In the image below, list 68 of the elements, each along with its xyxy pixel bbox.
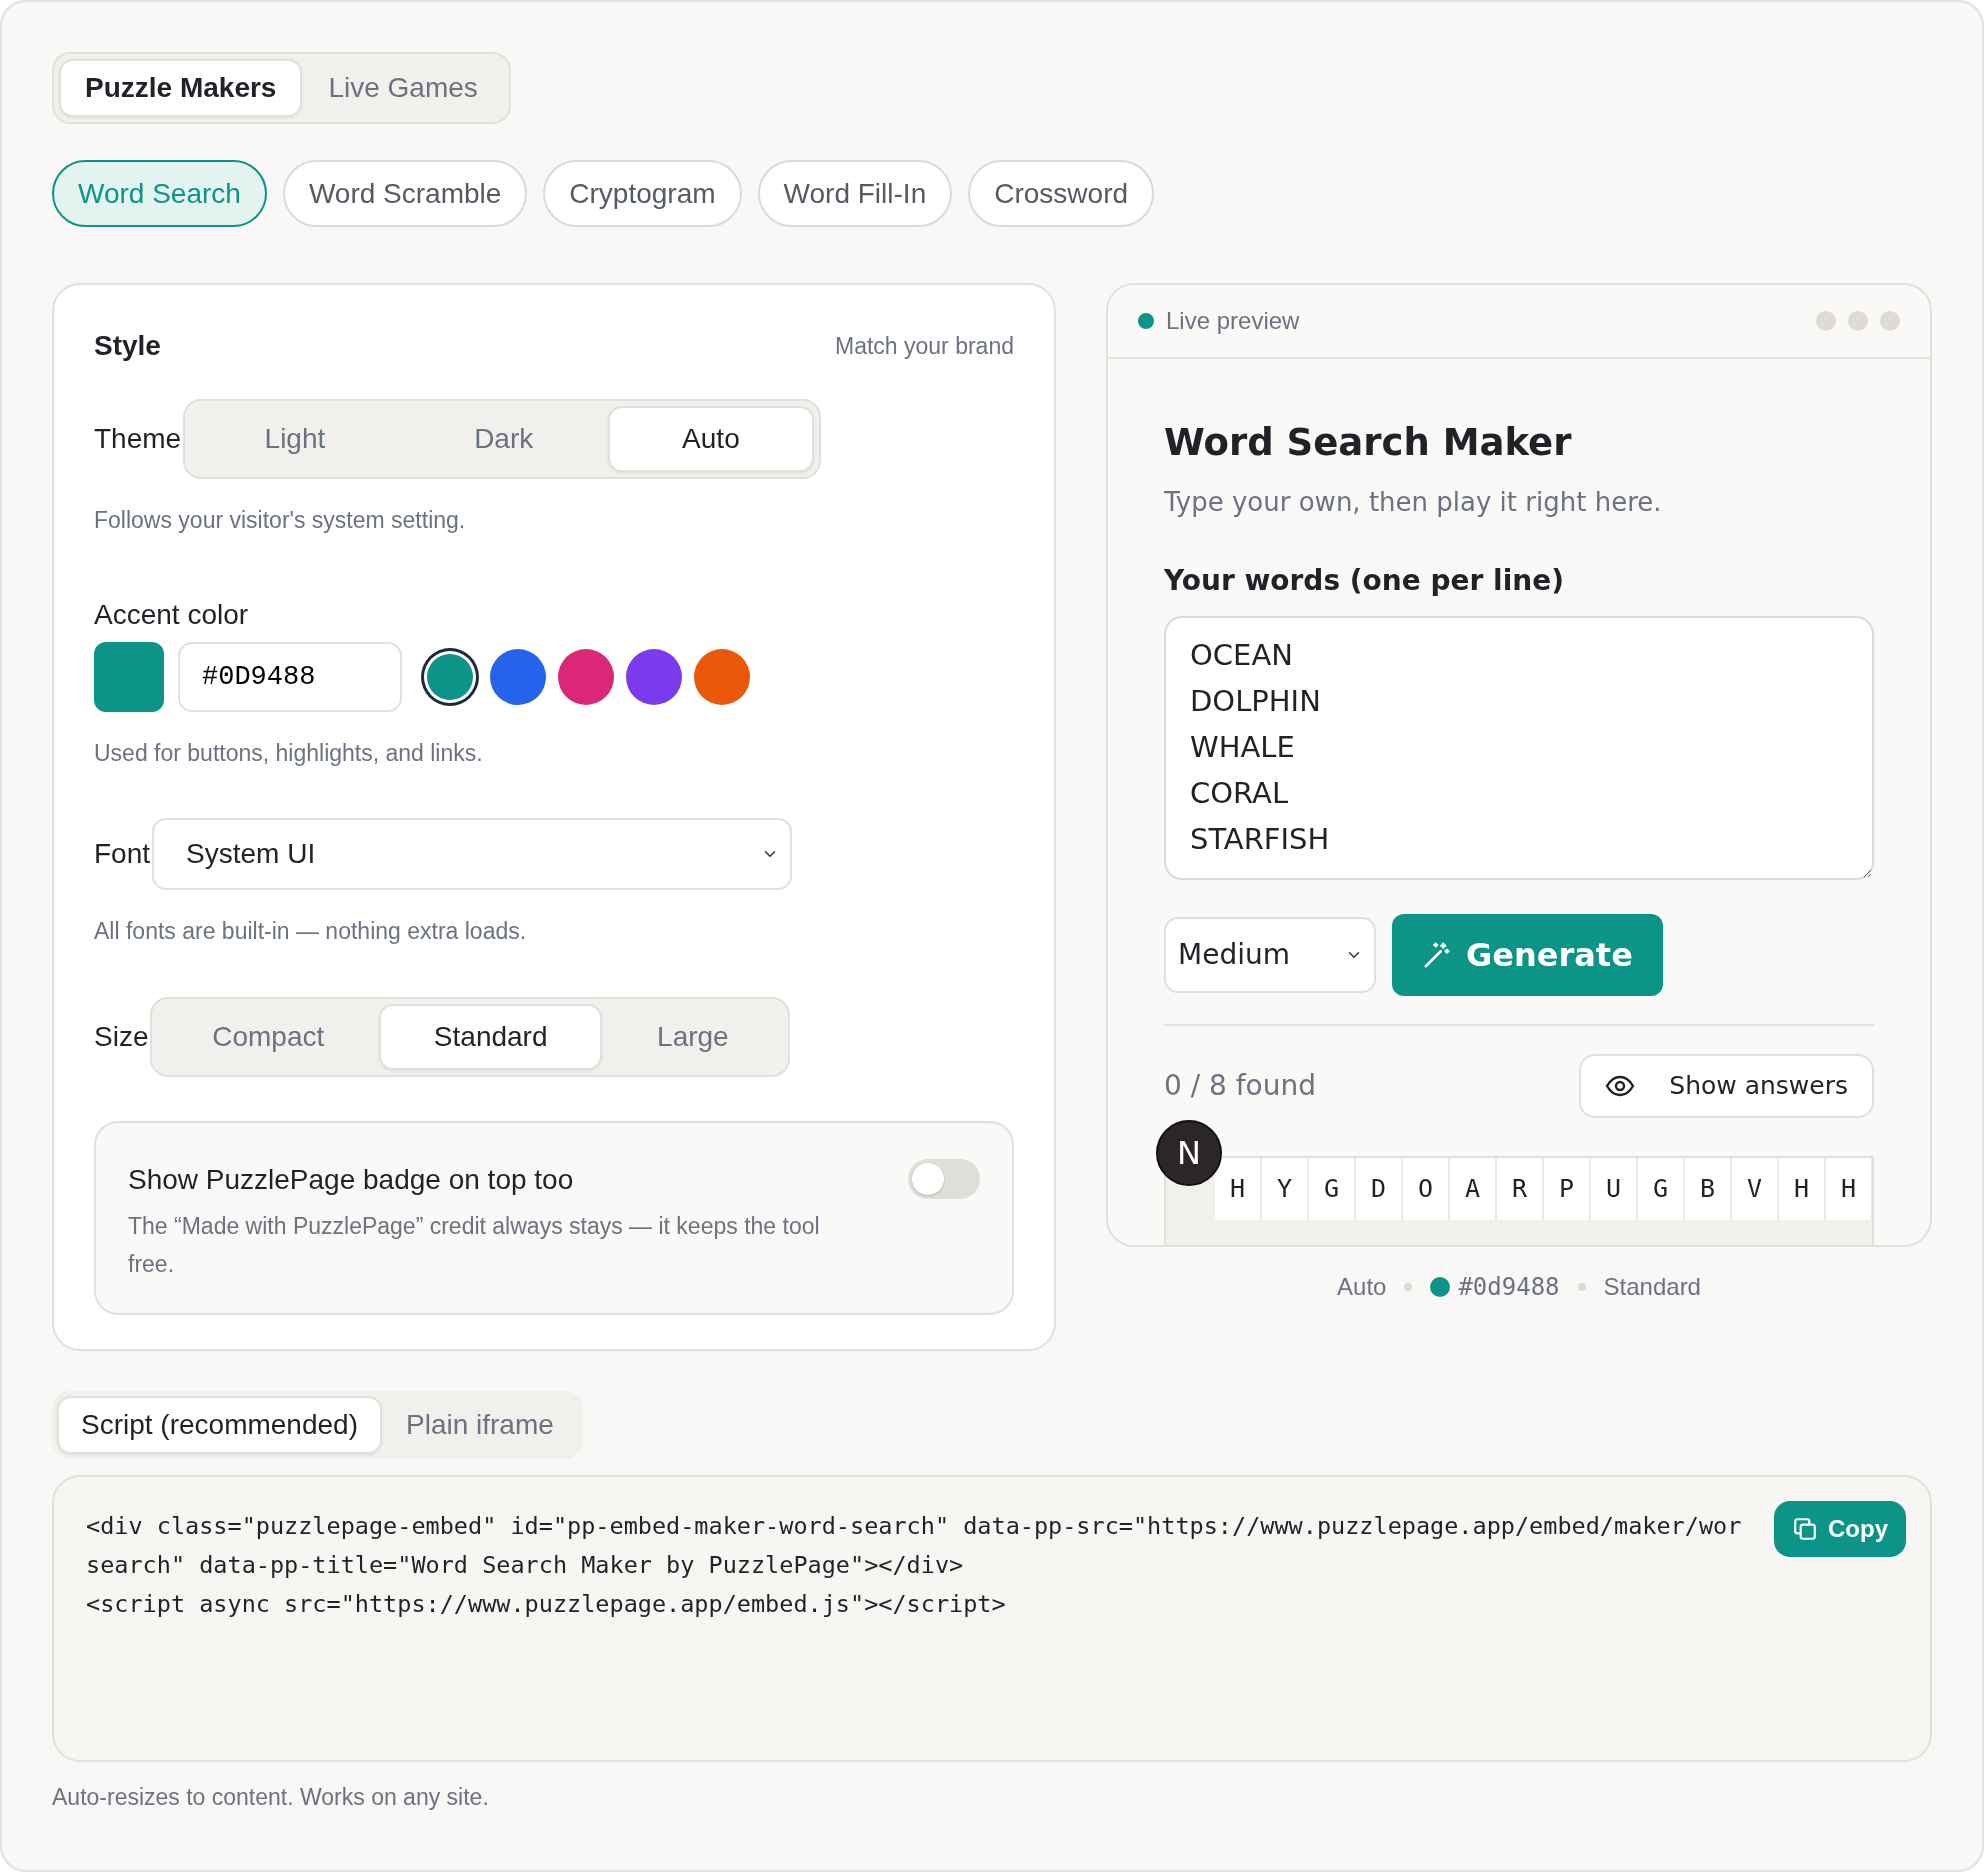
segment-option[interactable]: Compact: [157, 1003, 380, 1070]
grid-cell[interactable]: D: [1356, 1157, 1403, 1220]
grid-cell[interactable]: H: [1215, 1157, 1262, 1220]
window-controls-icon: [1816, 311, 1900, 331]
option-description: The “Made with PuzzlePage” credit always stays — it keeps the tool free.: [128, 1211, 821, 1279]
field-label: Your words (one per line): [1164, 562, 1565, 599]
embed-tab[interactable]: Plain iframe: [382, 1395, 578, 1454]
segment-option[interactable]: Standard: [379, 1003, 603, 1070]
summary-text: Standard: [1603, 1272, 1701, 1302]
toggle-switch[interactable]: [908, 1158, 980, 1199]
puzzle-type-pill[interactable]: Word Scramble: [282, 160, 528, 227]
font-select[interactable]: System UI: [152, 818, 793, 890]
footer-note: Auto-resizes to content. Works on any site.: [52, 1782, 490, 1812]
color-dot: [1430, 1277, 1451, 1297]
field-label: Size: [94, 1019, 149, 1054]
difficulty-select[interactable]: Medium: [1164, 916, 1376, 993]
grid-cell[interactable]: P: [1544, 1157, 1591, 1220]
grid-cell[interactable]: G: [1309, 1157, 1356, 1220]
preview-title: Word Search Maker: [1164, 420, 1573, 466]
generate-button[interactable]: Generate: [1392, 913, 1663, 996]
code-line: search" data-pp-title="Word Search Maker by PuzzlePage"></div>: [86, 1549, 964, 1581]
puzzle-type-pill[interactable]: Word Fill-In: [757, 160, 953, 227]
status-dot: [1138, 313, 1154, 329]
copy-icon: [1792, 1515, 1818, 1542]
grid-cell[interactable]: Y: [1262, 1157, 1309, 1220]
code-line: <div class="puzzlepage-embed" id="pp-embed-maker-word-search" data-pp-src="https://www.puzzlepage.app/embed/maker/wor: [86, 1510, 1742, 1542]
segment-option[interactable]: Light: [190, 406, 400, 472]
grid-cell[interactable]: H: [1779, 1157, 1826, 1220]
summary-text: Auto: [1337, 1272, 1387, 1302]
puzzle-type-pill[interactable]: Cryptogram: [543, 160, 742, 227]
grid-cell[interactable]: A: [1450, 1157, 1497, 1220]
mode-tab[interactable]: Live Games: [302, 59, 504, 117]
embed-tab[interactable]: Script (recommended): [57, 1395, 382, 1454]
section-title: Style: [94, 329, 161, 363]
segment-option[interactable]: Auto: [607, 406, 815, 472]
grid-cell[interactable]: R: [1497, 1157, 1544, 1220]
words-field[interactable]: OCEAN DOLPHIN WHALE CORAL STARFISH: [1164, 615, 1874, 880]
field-label: Accent color: [94, 597, 250, 632]
accent-swatch[interactable]: [94, 641, 164, 712]
summary-text: #0d9488: [1458, 1272, 1560, 1303]
help-text: All fonts are built-in — nothing extra loads.: [94, 917, 528, 946]
avatar[interactable]: N: [1156, 1119, 1222, 1186]
found-count: 0 / 8 found: [1164, 1067, 1317, 1104]
field-label: Font: [94, 837, 151, 871]
grid-cell[interactable]: G: [1638, 1157, 1685, 1220]
show-answers-button[interactable]: Show answers: [1579, 1053, 1874, 1118]
grid-cell[interactable]: H: [1826, 1157, 1872, 1220]
option-title: Show PuzzlePage badge on top too: [128, 1162, 575, 1197]
code-line: <script async src="https://www.puzzlepage.app/embed.js"></script>: [86, 1588, 1006, 1620]
segment-option[interactable]: Large: [602, 1003, 784, 1070]
separator-dot: [1404, 1283, 1413, 1291]
hex-input[interactable]: #0D9488: [178, 641, 402, 712]
hint-text: Match your brand: [835, 331, 1014, 361]
puzzle-type-pill[interactable]: Crossword: [968, 160, 1155, 227]
grid-cell[interactable]: U: [1591, 1157, 1638, 1220]
grid-cell[interactable]: O: [1403, 1157, 1450, 1220]
preview-label: Live preview: [1166, 306, 1300, 336]
copy-button[interactable]: Copy: [1774, 1500, 1906, 1557]
grid-cell[interactable]: B: [1685, 1157, 1732, 1220]
grid-cell[interactable]: V: [1732, 1157, 1779, 1220]
mode-tab[interactable]: Puzzle Makers: [59, 59, 303, 117]
preview-subtitle: Type your own, then play it right here.: [1164, 485, 1663, 519]
separator-dot: [1577, 1283, 1586, 1291]
help-text: Used for buttons, highlights, and links.: [94, 738, 484, 768]
help-text: Follows your visitor's system setting.: [94, 506, 467, 535]
segment-option[interactable]: Dark: [399, 406, 608, 472]
field-label: Theme: [94, 422, 182, 456]
eye-icon: [1605, 1074, 1636, 1097]
